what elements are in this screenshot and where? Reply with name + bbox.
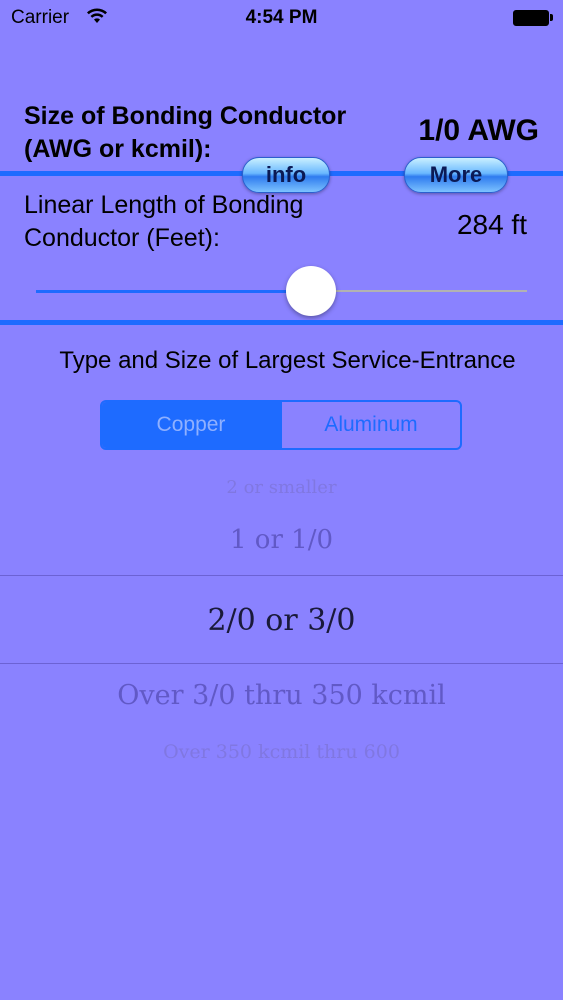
battery-icon xyxy=(513,10,553,26)
length-label: Linear Length of Bonding Conductor (Feet… xyxy=(24,189,303,255)
picker-item-selected[interactable]: 2/0 or 3/0 xyxy=(0,603,563,638)
clock: 4:54 PM xyxy=(245,7,318,28)
picker-selection-line-bottom xyxy=(0,663,563,664)
conductor-material-segmented-control[interactable]: Copper Aluminum xyxy=(100,400,462,450)
conductor-size-picker[interactable]: 2 or smaller 1 or 1/0 2/0 or 3/0 Over 3/… xyxy=(0,465,563,775)
bonding-size-label-line1: Size of Bonding Conductor xyxy=(24,102,347,130)
length-label-line2: Conductor (Feet): xyxy=(24,224,220,252)
bonding-size-value: 1/0 AWG xyxy=(418,114,539,147)
slider-thumb[interactable] xyxy=(285,266,336,316)
service-entrance-heading: Type and Size of Largest Service-Entranc… xyxy=(59,347,516,374)
length-label-line1: Linear Length of Bonding xyxy=(24,191,304,219)
info-button[interactable]: info xyxy=(242,157,330,193)
length-value: 284 ft xyxy=(456,209,527,240)
picker-selection-line-top xyxy=(0,575,563,576)
more-button[interactable]: More xyxy=(404,157,508,193)
slider-track-empty[interactable] xyxy=(310,290,527,292)
status-bar: Carrier 4:54 PM xyxy=(0,0,563,36)
segment-copper[interactable]: Copper xyxy=(102,402,280,448)
picker-item[interactable]: 1 or 1/0 xyxy=(0,525,563,555)
segment-aluminum[interactable]: Aluminum xyxy=(280,402,460,448)
picker-item[interactable]: 2 or smaller xyxy=(0,477,563,498)
picker-item[interactable]: Over 3/0 thru 350 kcmil xyxy=(0,680,563,711)
slider-track-filled[interactable] xyxy=(36,290,311,293)
picker-item[interactable]: Over 350 kcmil thru 600 xyxy=(0,741,563,763)
divider-bottom xyxy=(0,320,563,325)
